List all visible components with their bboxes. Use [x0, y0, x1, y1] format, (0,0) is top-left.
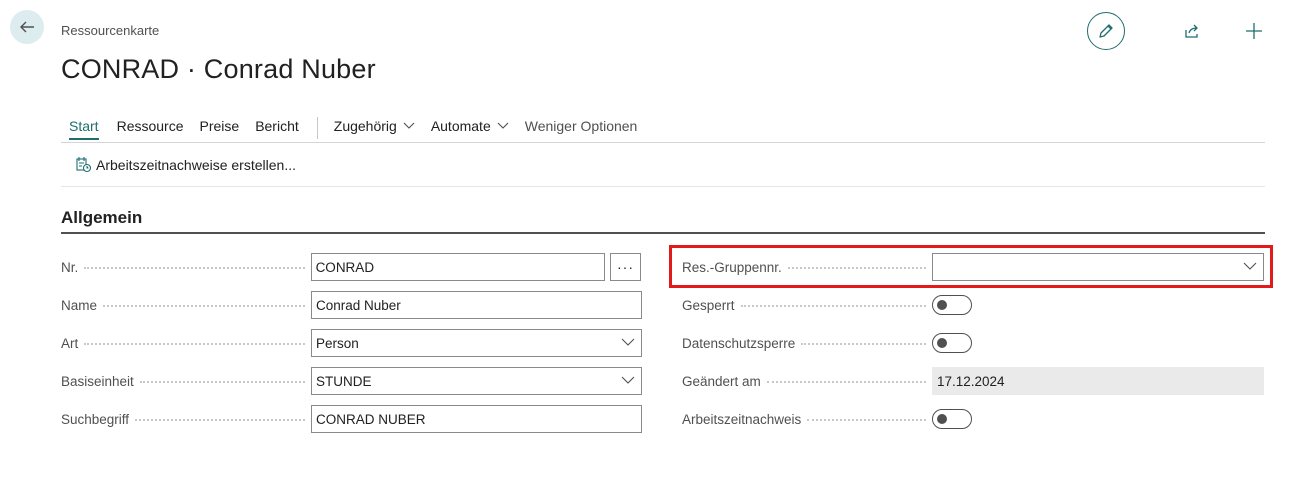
timesheet-icon — [76, 157, 92, 173]
dot-leader — [801, 343, 926, 345]
create-timesheets-action[interactable]: Arbeitszeitnachweise erstellen... — [75, 156, 296, 173]
top-actions — [1087, 12, 1273, 50]
basiseinheit-select[interactable]: STUNDE — [311, 367, 642, 395]
chevron-down-icon — [621, 338, 635, 346]
field-label-suchbegriff: Suchbegriff — [61, 411, 130, 427]
pencil-icon — [1099, 24, 1113, 38]
field-name: Name Conrad Nuber — [61, 291, 642, 319]
page-title: CONRAD · Conrad Nuber — [61, 54, 376, 84]
share-icon — [1185, 24, 1198, 38]
field-label-nr: Nr. — [61, 259, 79, 275]
field-label-art: Art — [61, 335, 79, 351]
dot-leader — [84, 343, 305, 345]
action-bar: Start Ressource Preise Bericht Zugehörig… — [61, 113, 1265, 143]
nr-assist-button[interactable]: ··· — [610, 253, 641, 281]
tab-automate-label: Automate — [430, 118, 491, 134]
gesperrt-toggle[interactable] — [932, 295, 972, 315]
field-datenschutzsperre: Datenschutzsperre — [682, 329, 1264, 357]
field-label-geaendert-am: Geändert am — [682, 373, 761, 389]
field-basiseinheit: Basiseinheit STUNDE — [61, 367, 642, 395]
back-button[interactable] — [10, 10, 44, 44]
field-label-datenschutzsperre: Datenschutzsperre — [682, 335, 796, 351]
new-button[interactable] — [1235, 12, 1273, 50]
toggle-knob — [937, 337, 947, 348]
arrow-left-icon — [20, 21, 34, 33]
tab-bericht[interactable]: Bericht — [255, 115, 299, 140]
tab-automate[interactable]: Automate — [431, 115, 509, 140]
breadcrumb: Ressourcenkarte — [61, 23, 160, 38]
share-button[interactable] — [1173, 12, 1211, 50]
action-separator — [316, 116, 318, 139]
nr-input[interactable]: CONRAD — [310, 253, 606, 281]
field-geaendert-am: Geändert am 17.12.2024 — [682, 367, 1264, 395]
dot-leader — [103, 305, 305, 307]
dot-leader — [139, 381, 305, 383]
tab-preise[interactable]: Preise — [200, 115, 240, 140]
field-suchbegriff: Suchbegriff CONRAD NUBER — [61, 405, 642, 433]
field-label-name: Name — [61, 297, 98, 313]
field-arbeitszeitnachweis: Arbeitszeitnachweis — [682, 405, 1264, 433]
create-timesheets-label: Arbeitszeitnachweise erstellen... — [96, 156, 296, 173]
chevron-down-icon — [621, 376, 635, 384]
chevron-down-icon — [403, 122, 415, 129]
dot-leader — [807, 419, 926, 421]
tab-start[interactable]: Start — [69, 115, 99, 140]
toggle-knob — [937, 299, 947, 310]
field-label-arbeitszeitnachweis: Arbeitszeitnachweis — [682, 411, 802, 427]
toggle-knob — [937, 413, 947, 424]
chevron-down-icon — [497, 122, 509, 129]
less-options-button[interactable]: Weniger Optionen — [525, 115, 638, 140]
plus-icon — [1246, 23, 1262, 39]
field-label-basiseinheit: Basiseinheit — [61, 373, 134, 389]
tab-zugehoerig-label: Zugehörig — [333, 118, 397, 134]
divider — [61, 186, 1265, 187]
field-art: Art Person — [61, 329, 642, 357]
art-select-value: Person — [316, 335, 359, 351]
name-input[interactable]: Conrad Nuber — [311, 291, 642, 319]
edit-button[interactable] — [1087, 12, 1125, 50]
basiseinheit-select-value: STUNDE — [316, 373, 372, 389]
art-select[interactable]: Person — [311, 329, 642, 357]
arbeitszeitnachweis-toggle[interactable] — [932, 409, 972, 429]
section-divider — [61, 232, 1265, 234]
suchbegriff-input[interactable]: CONRAD NUBER — [311, 405, 642, 433]
dot-leader — [766, 381, 926, 383]
field-nr: Nr. CONRAD ··· — [61, 253, 641, 281]
dot-leader — [84, 267, 305, 269]
field-label-gesperrt: Gesperrt — [682, 297, 735, 313]
dot-leader — [740, 305, 926, 307]
section-title[interactable]: Allgemein — [61, 208, 142, 228]
tab-zugehoerig[interactable]: Zugehörig — [334, 115, 415, 140]
geaendert-am-value: 17.12.2024 — [932, 367, 1264, 395]
highlight-box — [669, 245, 1273, 288]
tab-ressource[interactable]: Ressource — [117, 115, 184, 140]
datenschutzsperre-toggle[interactable] — [932, 333, 972, 353]
field-gesperrt: Gesperrt — [682, 291, 1264, 319]
dot-leader — [135, 419, 305, 421]
